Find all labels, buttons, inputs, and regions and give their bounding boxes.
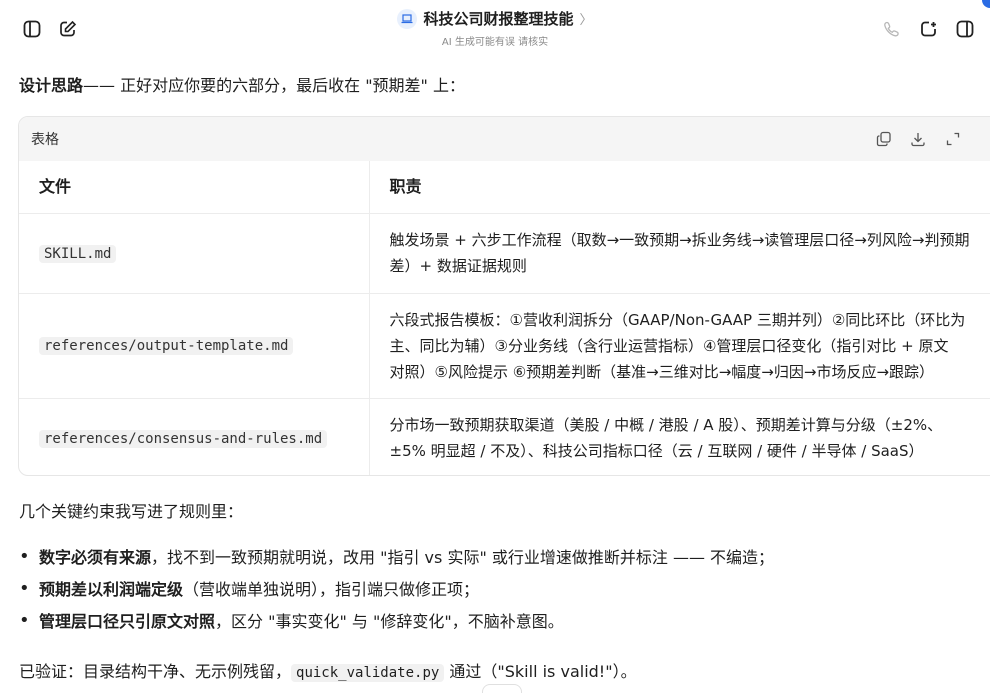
file-name: SKILL.md [39,244,117,263]
design-note-bold: 设计思路 [19,76,84,95]
new-window-icon[interactable] [917,17,941,41]
download-icon[interactable] [908,129,928,149]
role-cell: 六段式报告模板：①营收利润拆分（GAAP/Non-GAAP 三期并列）②同比环比… [369,293,990,399]
top-bar: 科技公司财报整理技能 〉 AI 生成可能有误 请核实 [0,0,990,58]
role-cell: 分市场一致预期获取渠道（美股 / 中概 / 港股 / A 股）、预期差计算与分级… [369,398,990,475]
verification-suffix: 通过（"Skill is valid!"）。 [444,662,637,681]
panel-icon[interactable] [953,17,977,41]
constraints-intro: 几个关键约束我写进了规则里： [19,502,244,521]
file-name: references/consensus-and-rules.md [39,429,328,448]
file-cell: references/output-template.md [19,293,370,399]
bullet-dot: • [19,577,30,599]
bullet-bold: 管理层口径只引原文对照 [39,612,216,631]
design-note: 设计思路—— 正好对应你要的六部分，最后收在 "预期差" 上： [19,72,465,96]
role-cell: 触发场景 + 六步工作流程（取数→一致预期→拆业务线→读管理层口径→列风险→判预… [369,213,990,294]
laptop-icon [397,8,418,29]
role-line: ±5% 明显超 / 不及）、科技公司指标口径（云 / 互联网 / 硬件 / 半导… [389,442,924,460]
list-item: • 预期差以利润端定级 （营收端单独说明），指引端只做修正项； [19,572,774,604]
role-line: 六段式报告模板：①营收利润拆分（GAAP/Non-GAAP 三期并列）②同比环比… [389,310,966,329]
disclaimer: AI 生成可能有误 请核实 [441,37,549,48]
copy-icon[interactable] [874,129,894,149]
constraints-list: • 数字必须有来源 ，找不到一致预期就明说，改用 "指引 vs 实际" 或行业增速… [19,540,774,636]
role-line: 触发场景 + 六步工作流程（取数→一致预期→拆业务线→读管理层口径→列风险→判预… [389,231,970,249]
table-row: references/consensus-and-rules.md 分市场一致预… [19,398,990,475]
bullet-text: ，区分 "事实变化" 与 "修辞变化"，不脑补意图。 [215,612,564,631]
role-line: 分市场一致预期获取渠道（美股 / 中概 / 港股 / A 股）、预期差计算与分级… [389,416,943,434]
bullet-dot: • [19,545,30,567]
conversation-title[interactable]: 科技公司财报整理技能 〉 AI 生成可能有误 请核实 [0,8,990,48]
column-header-role: 职责 [369,161,990,214]
script-name: quick_validate.py [291,664,445,682]
table-row: SKILL.md 触发场景 + 六步工作流程（取数→一致预期→拆业务线→读管理层… [19,213,990,294]
verification-prefix: 已验证：目录结构干净、无示例残留， [19,662,292,681]
table-header-row: 文件 职责 [19,161,990,214]
bullet-bold: 预期差以利润端定级 [39,580,184,599]
file-name: references/output-template.md [39,337,294,355]
verification-note: 已验证：目录结构干净、无示例残留， quick_validate.py 通过（"S… [19,658,637,682]
file-cell: references/consensus-and-rules.md [19,398,370,475]
page-title: 科技公司财报整理技能 [423,10,574,28]
expand-icon[interactable] [943,129,963,149]
table-label: 表格 [31,132,59,148]
bullet-text: ，找不到一致预期就明说，改用 "指引 vs 实际" 或行业增速做推断并标注 ——… [151,548,775,567]
column-header-file: 文件 [19,161,370,214]
table-row: references/output-template.md 六段式报告模板：①营… [19,293,990,399]
list-item: • 管理层口径只引原文对照 ，区分 "事实变化" 与 "修辞变化"，不脑补意图。 [19,604,774,636]
bullet-bold: 数字必须有来源 [39,548,152,567]
list-item: • 数字必须有来源 ，找不到一致预期就明说，改用 "指引 vs 实际" 或行业增速… [19,540,774,572]
file-cell: SKILL.md [19,213,370,294]
design-note-text: —— 正好对应你要的六部分，最后收在 "预期差" 上： [83,76,465,95]
bullet-text: （营收端单独说明），指引端只做修正项； [183,580,480,599]
files-table: 文件 职责 SKILL.md 触发场景 + 六步工作流程（取数→一致预期→拆业务… [19,161,990,475]
role-line: 对照）⑤风险提示 ⑥预期差判断（基准→三维对比→幅度→归因→市场反应→跟踪） [389,362,935,381]
phone-icon[interactable] [880,17,904,41]
table-card: 表格 文件 职责 SKILL.md 触发场景 + 六步工作流程（取数→一致预期→… [18,116,990,476]
role-line: 差）+ 数据证据规则 [389,257,527,275]
chevron-right-icon: 〉 [579,13,593,28]
scroll-handle[interactable] [482,684,522,693]
role-line: 主、同比为辅）③分业务线（含行业运营指标）④管理层口径变化（指引对比 + 原文 [389,336,949,355]
table-toolbar: 表格 [19,117,990,161]
bullet-dot: • [19,609,30,631]
